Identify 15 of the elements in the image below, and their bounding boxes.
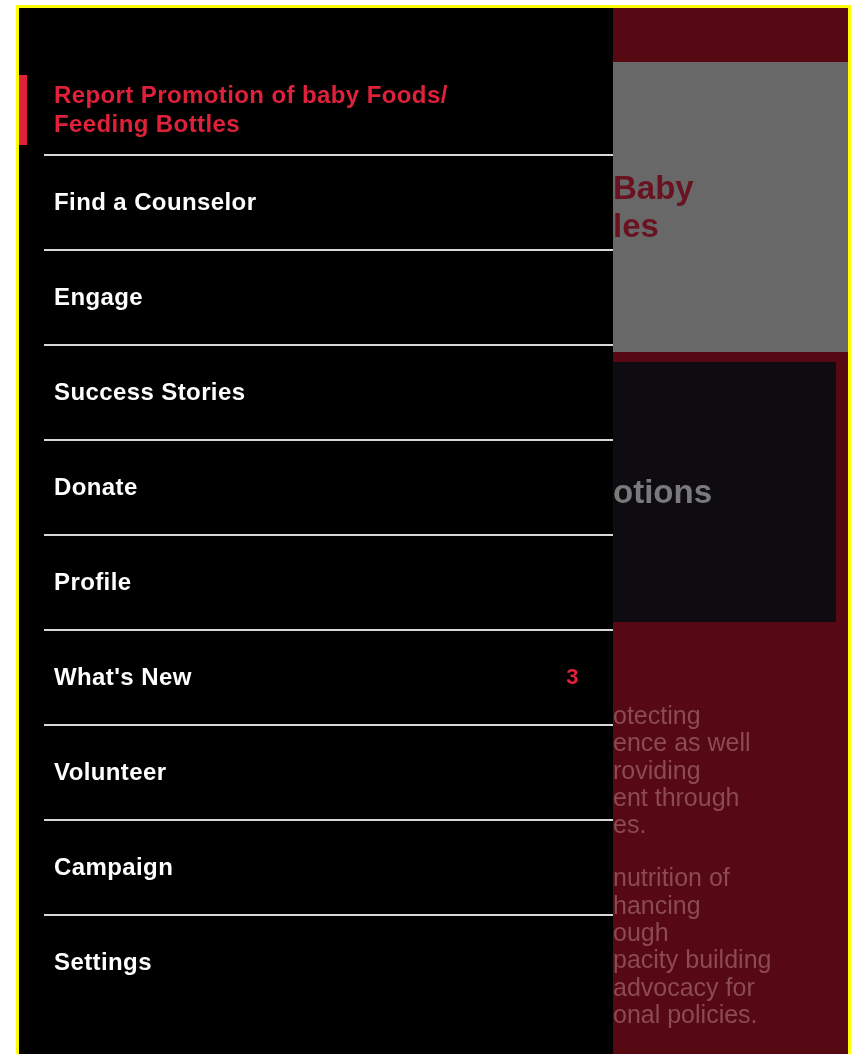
drawer-item[interactable]: What's New 3	[19, 631, 613, 724]
paragraph: nutrition of hancing ough pacity building advocacy for onal policies.	[613, 864, 773, 1029]
card-title: otions	[613, 473, 712, 511]
drawer-item[interactable]: Profile	[19, 536, 613, 629]
drawer-item[interactable]: Engage	[19, 251, 613, 344]
drawer-item[interactable]: Donate	[19, 441, 613, 534]
drawer-item[interactable]: Campaign	[19, 821, 613, 914]
banner-title: les	[613, 207, 660, 245]
banner-title: Baby	[613, 169, 695, 207]
paragraph: otecting ence as well roviding ent through es.	[613, 702, 752, 839]
count-label: 3	[566, 664, 579, 691]
drawer-item[interactable]: Find a Counselor	[19, 156, 613, 249]
drawer-item[interactable]: Success Stories	[19, 346, 613, 439]
drawer-item[interactable]: Settings	[19, 916, 613, 1009]
drawer-item[interactable]: Volunteer	[19, 726, 613, 819]
